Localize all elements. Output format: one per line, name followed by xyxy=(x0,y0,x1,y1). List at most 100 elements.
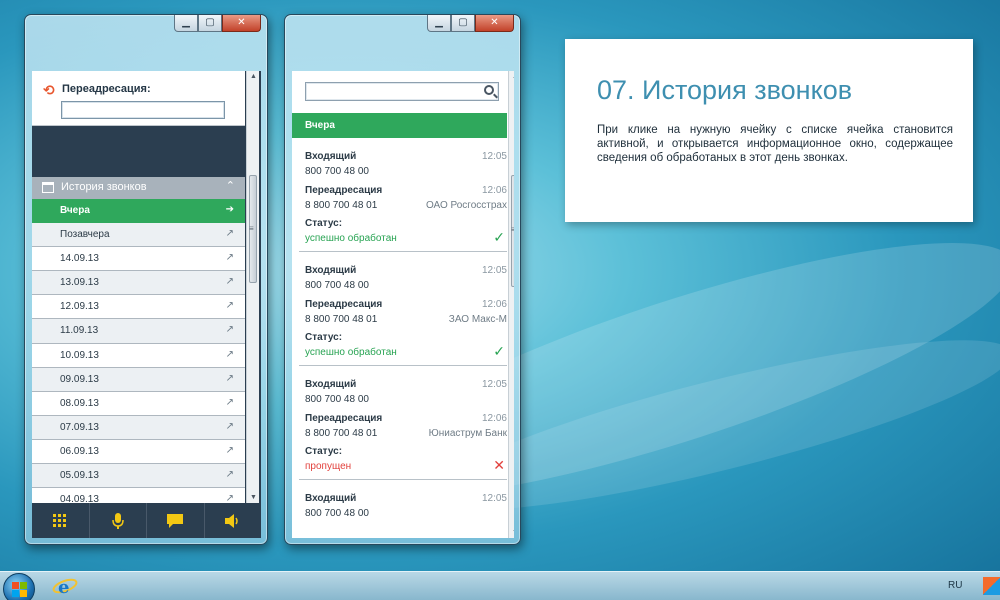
calls-scrollbar[interactable]: ▲ ≡ ▼ xyxy=(508,71,514,538)
chat-button[interactable] xyxy=(147,503,205,538)
language-indicator[interactable]: RU xyxy=(948,580,962,591)
date-label: 06.09.13 xyxy=(60,445,99,457)
status-label: Статус: xyxy=(305,218,343,229)
svg-text:e: e xyxy=(58,577,69,598)
dialpad-button[interactable] xyxy=(32,503,90,538)
forward-org: ЗАО Макс-М xyxy=(448,314,507,325)
status-label: Статус: xyxy=(305,332,343,343)
history-scrollbar[interactable]: ▲ ≡ ▼ xyxy=(246,71,259,503)
date-label: 12.09.13 xyxy=(60,301,99,313)
date-label: 08.09.13 xyxy=(60,397,99,409)
expand-icon: ↗ xyxy=(225,396,234,408)
date-row[interactable]: 09.09.13 ↗ xyxy=(32,367,245,392)
call-card[interactable]: Входящий 800 700 48 00 12:05 Переадресация 8… xyxy=(299,138,507,252)
date-row[interactable]: 11.09.13 ↗ xyxy=(32,319,245,344)
forwarding-input[interactable] xyxy=(61,101,225,119)
forward-number: 8 800 700 48 01 xyxy=(305,200,378,211)
action-center-flag-icon[interactable] xyxy=(983,577,1000,595)
day-header: Вчера xyxy=(292,113,507,138)
chat-icon xyxy=(167,513,184,528)
speaker-button[interactable] xyxy=(205,503,262,538)
minimize-button[interactable]: ▁ xyxy=(427,15,451,32)
search-box xyxy=(305,82,499,101)
refresh-icon: ⟲ xyxy=(43,82,55,98)
dialpad-icon xyxy=(53,513,67,527)
close-button[interactable]: ✕ xyxy=(222,15,261,32)
forward-number: 8 800 700 48 01 xyxy=(305,428,378,439)
scroll-down-icon[interactable]: ▼ xyxy=(512,529,514,536)
date-row[interactable]: 14.09.13 ↗ xyxy=(32,247,245,272)
date-row[interactable]: 07.09.13 ↗ xyxy=(32,415,245,440)
info-title: 07. История звонков xyxy=(597,75,853,105)
status-label: Статус: xyxy=(305,446,343,457)
date-row[interactable]: Вчера ➔ xyxy=(32,199,245,224)
date-row[interactable]: 06.09.13 ↗ xyxy=(32,439,245,465)
internet-explorer-icon[interactable]: e xyxy=(52,574,78,598)
date-label: 05.09.13 xyxy=(60,470,99,482)
date-row[interactable]: 10.09.13 ↗ xyxy=(32,343,245,368)
call-type: Входящий xyxy=(305,151,357,162)
bottom-toolbar xyxy=(32,503,261,538)
close-button[interactable]: ✕ xyxy=(475,15,514,32)
grip-icon: ≡ xyxy=(249,224,254,233)
call-list: Входящий 800 700 48 00 12:05 Переадресация 8… xyxy=(299,138,507,538)
chevron-up-icon[interactable]: ⌃ xyxy=(226,179,235,192)
expand-icon: ↗ xyxy=(225,276,234,288)
call-card[interactable]: Входящий 800 700 48 00 12:05 xyxy=(299,480,507,538)
call-type: Входящий xyxy=(305,379,357,390)
windows-logo-icon xyxy=(12,582,28,598)
caller-number: 800 700 48 00 xyxy=(305,394,369,405)
info-card: 07. История звонков При клике на нужную … xyxy=(565,39,973,222)
search-icon[interactable] xyxy=(484,85,494,95)
history-panel: ⟲ Переадресация: История звонков ⌃ Вчера… xyxy=(32,71,261,538)
date-row[interactable]: 08.09.13 ↗ xyxy=(32,391,245,416)
forward-time: 12:06 xyxy=(481,299,507,310)
minimize-button[interactable]: ▁ xyxy=(174,15,198,32)
forward-time: 12:06 xyxy=(481,185,507,196)
start-button[interactable] xyxy=(3,573,35,600)
forward-label: Переадресация xyxy=(305,185,383,196)
expand-icon: ↗ xyxy=(225,324,234,336)
call-type: Входящий xyxy=(305,493,357,504)
status-value: успешно обработан xyxy=(305,347,397,358)
date-label: 11.09.13 xyxy=(60,325,99,337)
date-label: 13.09.13 xyxy=(60,277,99,289)
status-value: успешно обработан xyxy=(305,233,397,244)
scroll-up-icon[interactable]: ▲ xyxy=(512,73,514,80)
arrow-right-icon: ➔ xyxy=(225,204,234,215)
date-row[interactable]: 13.09.13 ↗ xyxy=(32,271,245,296)
window-controls: ▁ ▢ ✕ xyxy=(427,15,514,32)
date-label: 10.09.13 xyxy=(60,349,99,361)
forward-time: 12:06 xyxy=(481,413,507,424)
call-time: 12:05 xyxy=(481,379,507,390)
forward-label: Переадресация xyxy=(305,413,383,424)
date-row[interactable]: Позавчера ↗ xyxy=(32,223,245,248)
maximize-button[interactable]: ▢ xyxy=(451,15,475,32)
call-card[interactable]: Входящий 800 700 48 00 12:05 Переадресация 8… xyxy=(299,252,507,366)
call-time: 12:05 xyxy=(481,151,507,162)
caller-number: 800 700 48 00 xyxy=(305,508,369,519)
history-header[interactable]: История звонков ⌃ xyxy=(32,177,245,199)
scroll-up-icon[interactable]: ▲ xyxy=(250,73,257,80)
date-label: 07.09.13 xyxy=(60,421,99,433)
forward-number: 8 800 700 48 01 xyxy=(305,314,378,325)
checkmark-icon: ✓ xyxy=(493,229,505,245)
forward-org: Юниаструм Банк xyxy=(428,428,507,439)
forwarding-label: Переадресация: xyxy=(62,83,151,95)
microphone-button[interactable] xyxy=(90,503,147,538)
forward-org: ОАО Росгосстрах xyxy=(425,200,507,211)
date-row[interactable]: 05.09.13 ↗ xyxy=(32,464,245,489)
date-row[interactable]: 12.09.13 ↗ xyxy=(32,295,245,320)
maximize-button[interactable]: ▢ xyxy=(198,15,222,32)
taskbar: e RU xyxy=(0,571,1000,600)
caller-number: 800 700 48 00 xyxy=(305,280,369,291)
call-type: Входящий xyxy=(305,265,357,276)
search-input[interactable] xyxy=(308,84,478,99)
scroll-down-icon[interactable]: ▼ xyxy=(250,494,257,501)
date-label: 14.09.13 xyxy=(60,253,99,265)
call-time: 12:05 xyxy=(481,493,507,504)
caller-number: 800 700 48 00 xyxy=(305,166,369,177)
history-title: История звонков xyxy=(61,181,147,193)
grip-icon: ≡ xyxy=(511,225,514,234)
call-card[interactable]: Входящий 800 700 48 00 12:05 Переадресация 8… xyxy=(299,366,507,480)
